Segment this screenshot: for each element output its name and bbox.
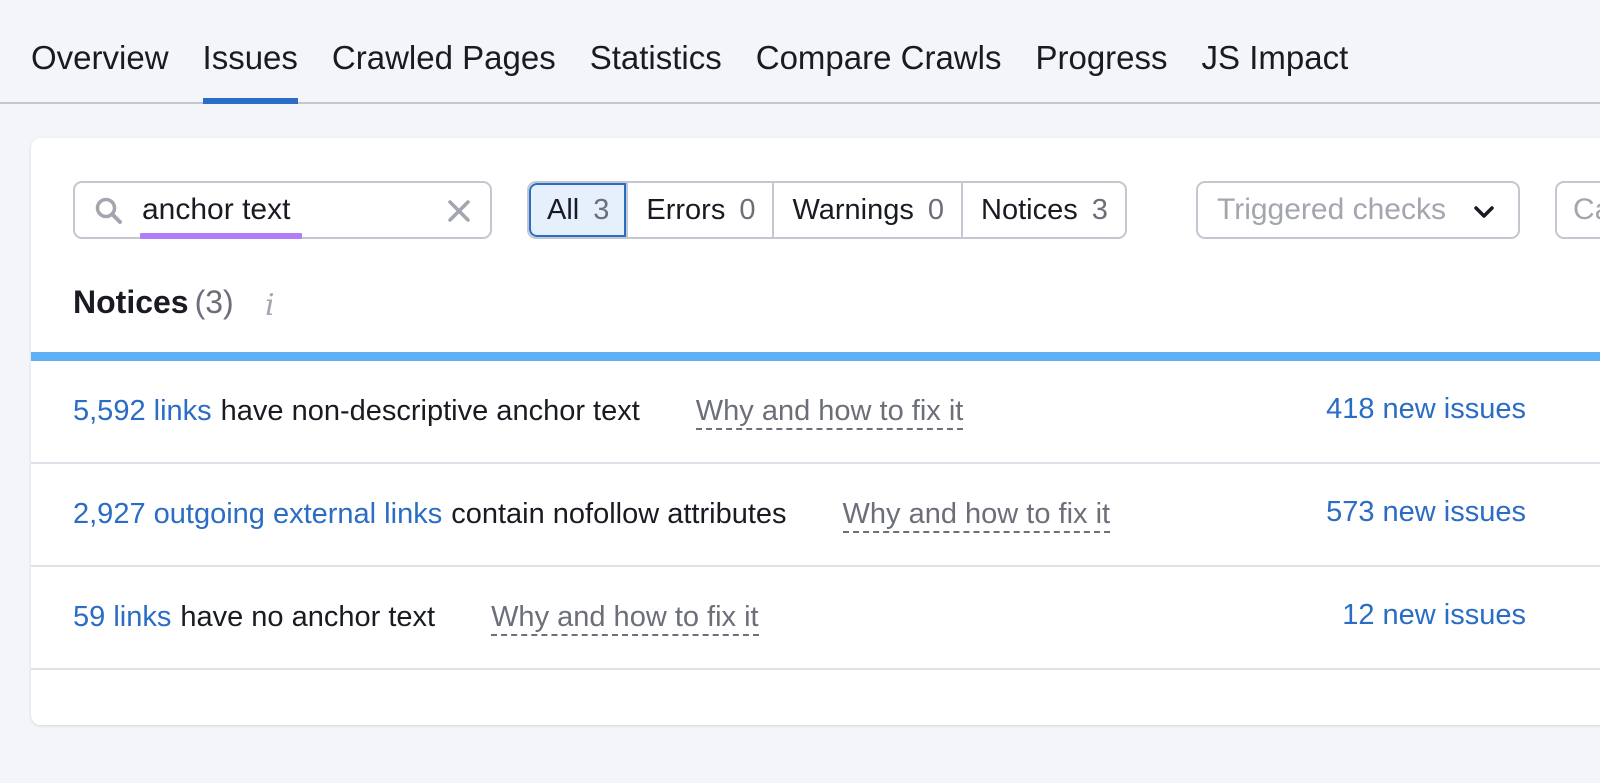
issue-count-link[interactable]: 5,592 links <box>73 395 212 428</box>
tab-bar: Overview Issues Crawled Pages Statistics… <box>0 0 1600 104</box>
filter-count: 3 <box>593 193 610 226</box>
fix-help-link[interactable]: Why and how to fix it <box>842 497 1111 533</box>
filter-label: All <box>547 193 580 226</box>
triggered-checks-dropdown[interactable]: Triggered checks <box>1196 181 1520 239</box>
section-title: Notices (3) <box>73 284 234 321</box>
issue-count-link[interactable]: 2,927 outgoing external links <box>73 498 442 531</box>
tab-statistics[interactable]: Statistics <box>590 0 722 102</box>
issue-row: 2,927 outgoing external links contain no… <box>31 464 1600 567</box>
notice-severity-bar <box>31 352 1600 361</box>
new-issues-link[interactable]: 12 new issues <box>1342 599 1526 632</box>
filter-label: Warnings <box>792 193 914 226</box>
new-issues-link[interactable]: 418 new issues <box>1326 393 1526 426</box>
fix-help-link[interactable]: Why and how to fix it <box>695 394 964 430</box>
filter-count: 0 <box>739 193 756 226</box>
fix-help-link[interactable]: Why and how to fix it <box>491 600 759 636</box>
category-dropdown[interactable]: Ca <box>1555 181 1600 239</box>
close-icon[interactable] <box>446 198 472 224</box>
new-issues-link[interactable]: 573 new issues <box>1326 496 1526 529</box>
issue-row: 59 links have no anchor text Why and how… <box>31 567 1600 670</box>
tab-progress[interactable]: Progress <box>1035 0 1167 102</box>
filter-errors[interactable]: Errors 0 <box>626 183 772 237</box>
chevron-down-icon <box>1474 206 1494 218</box>
issue-row: 5,592 links have non-descriptive anchor … <box>31 361 1600 464</box>
tab-compare-crawls[interactable]: Compare Crawls <box>756 0 1002 102</box>
tab-crawled-pages[interactable]: Crawled Pages <box>332 0 556 102</box>
tab-js-impact[interactable]: JS Impact <box>1202 0 1349 102</box>
filter-warnings[interactable]: Warnings 0 <box>772 183 961 237</box>
filter-notices[interactable]: Notices 3 <box>961 183 1125 237</box>
filter-count: 3 <box>1091 193 1108 226</box>
search-input[interactable]: anchor text <box>73 181 492 239</box>
filter-label: Notices <box>981 193 1078 226</box>
filter-label: Errors <box>646 193 726 226</box>
filter-count: 0 <box>927 193 945 226</box>
issue-description: contain nofollow attributes <box>451 498 787 530</box>
issues-card: anchor text All 3 Errors 0 Warnings 0 No… <box>31 138 1600 725</box>
issue-description: have no anchor text <box>180 601 436 633</box>
search-highlight-underline <box>140 233 302 239</box>
dropdown-placeholder: Triggered checks <box>1217 193 1446 226</box>
section-title-text: Notices <box>73 284 189 320</box>
severity-filter: All 3 Errors 0 Warnings 0 Notices 3 <box>527 181 1127 239</box>
issue-count-link[interactable]: 59 links <box>73 601 171 634</box>
section-count: (3) <box>194 284 234 320</box>
filter-all[interactable]: All 3 <box>529 183 627 237</box>
issue-description: have non-descriptive anchor text <box>220 395 640 427</box>
dropdown-placeholder: Ca <box>1573 193 1600 226</box>
tab-issues[interactable]: Issues <box>202 0 299 104</box>
search-icon <box>95 197 122 224</box>
search-value[interactable]: anchor text <box>142 193 290 227</box>
info-icon[interactable]: i <box>265 288 275 323</box>
tab-overview[interactable]: Overview <box>31 0 169 102</box>
issues-list: 5,592 links have non-descriptive anchor … <box>31 361 1600 670</box>
